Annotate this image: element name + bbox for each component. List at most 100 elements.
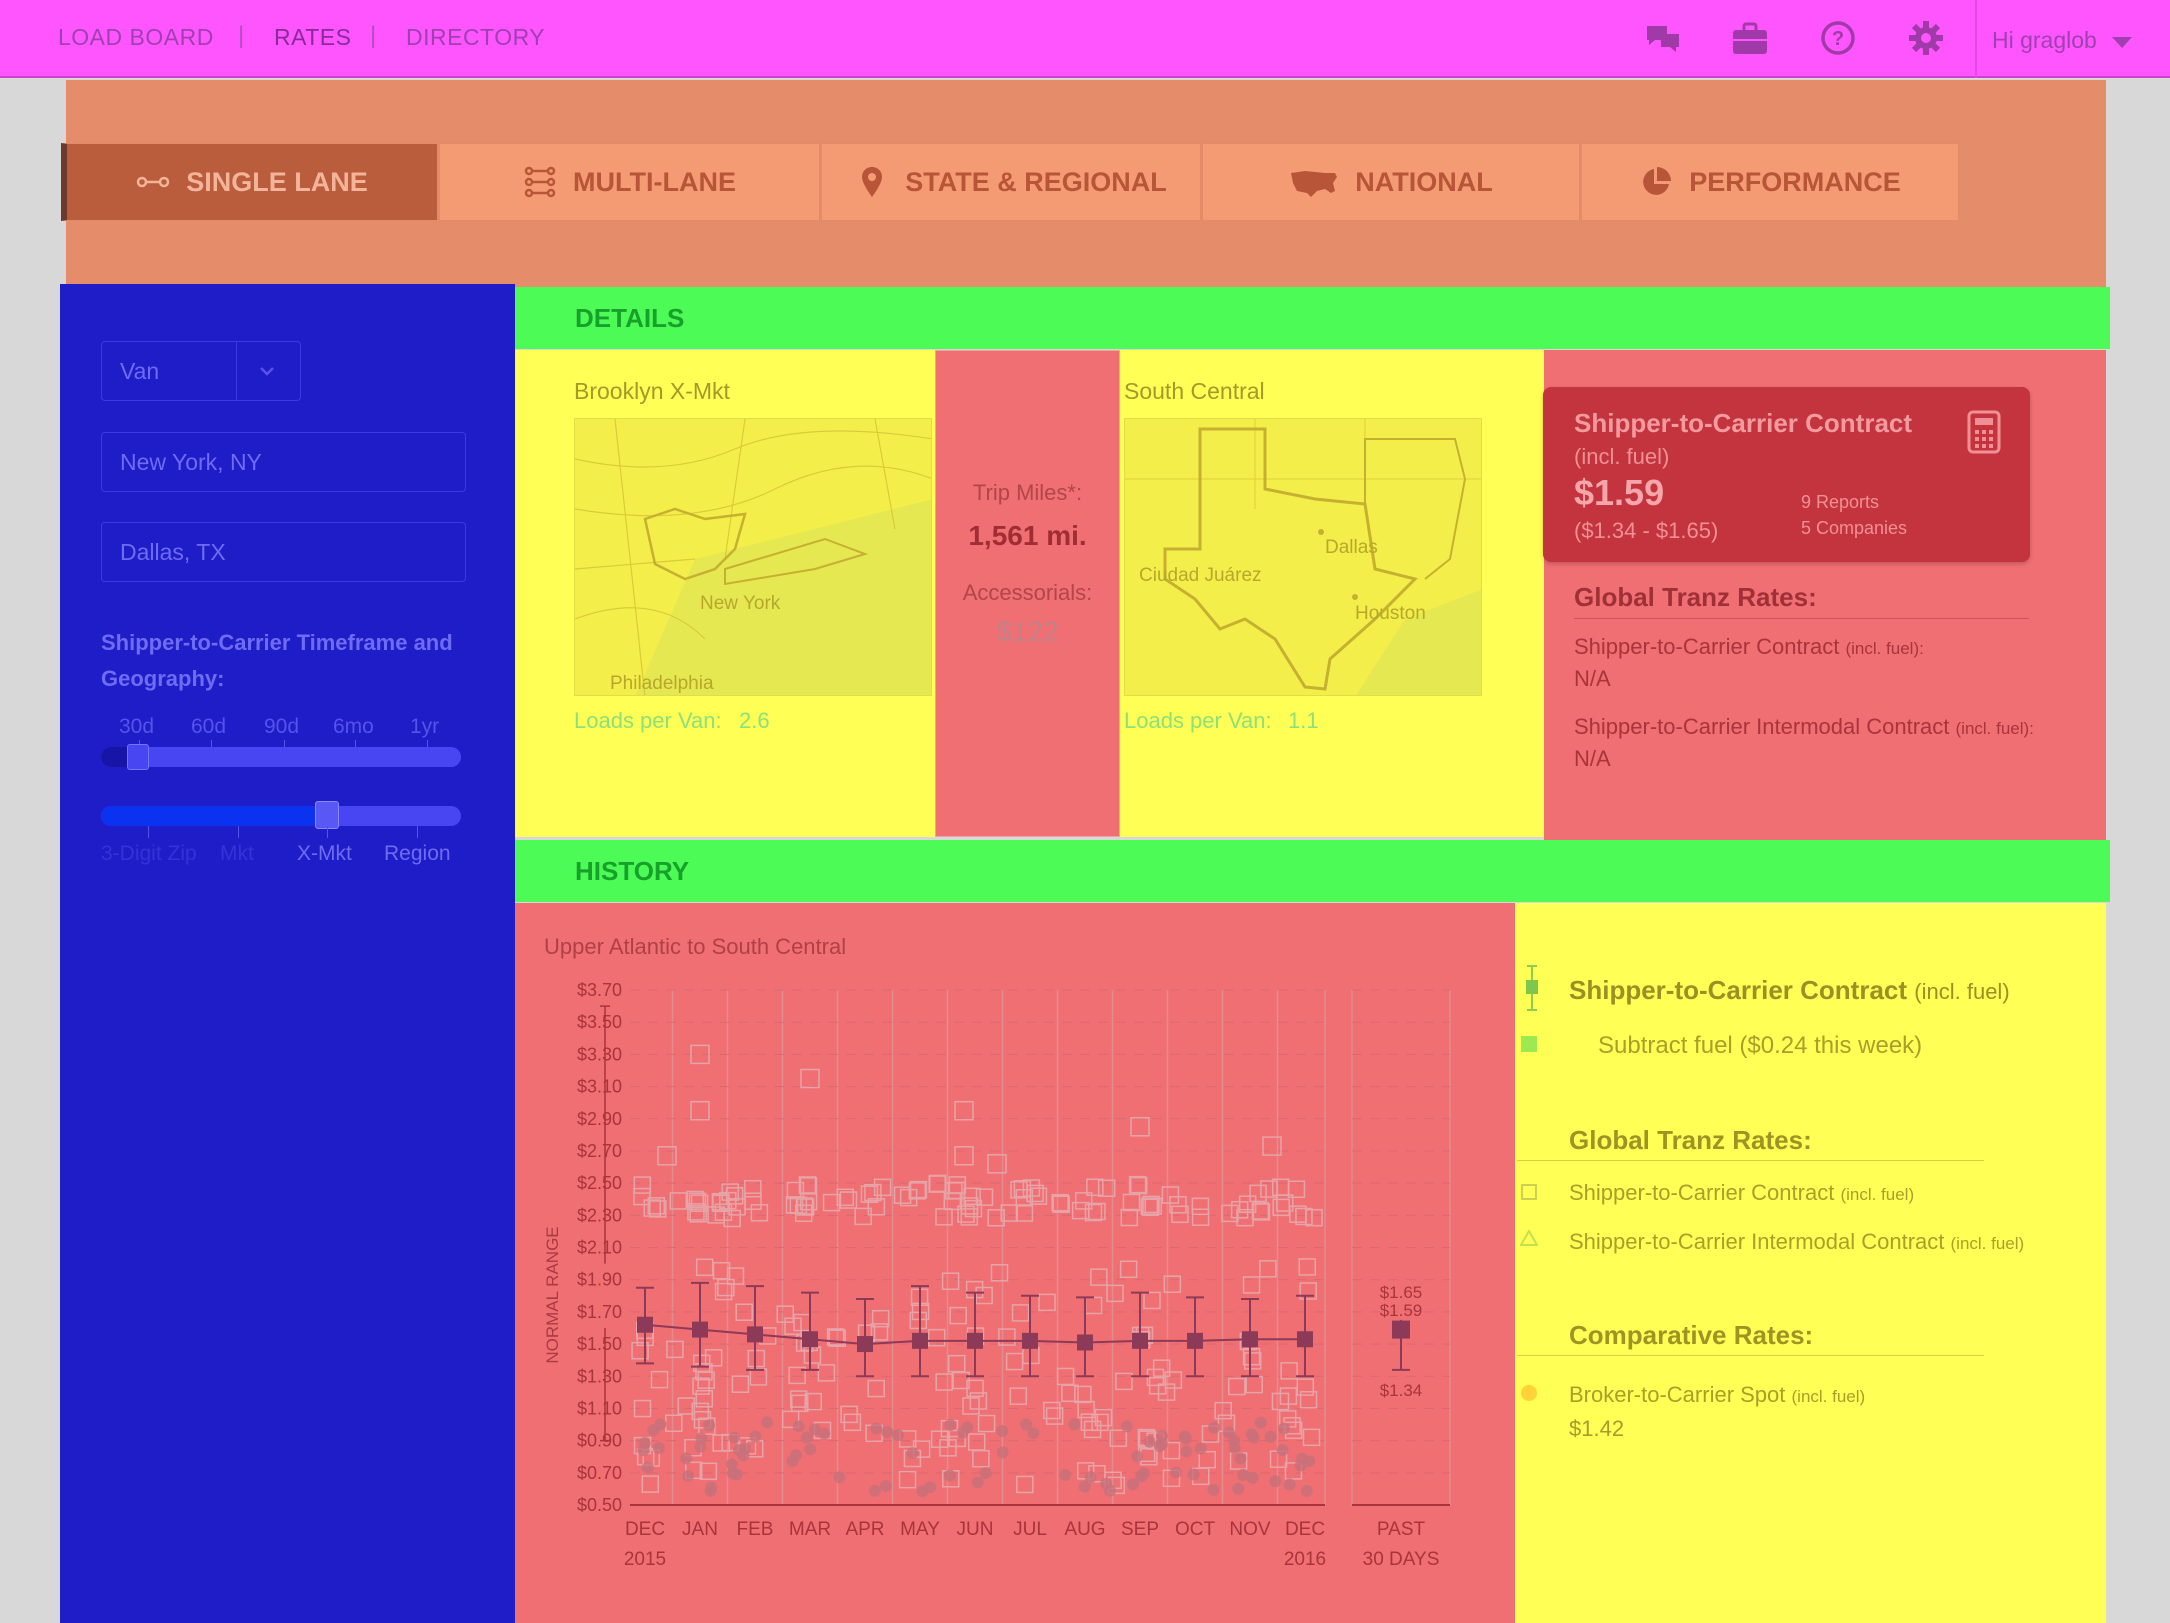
global-rate-point — [990, 1263, 1009, 1282]
tab-state-regional[interactable]: STATE & REGIONAL — [821, 143, 1201, 221]
tick-30d[interactable]: 30d — [119, 715, 154, 739]
lane-dest[interactable]: South Central — [712, 934, 847, 959]
nav-directory[interactable]: DIRECTORY — [406, 24, 545, 51]
destination-map[interactable]: Dallas Ciudad Juárez Houston — [1124, 418, 1482, 696]
global-rate-point — [1157, 1383, 1176, 1401]
help-icon[interactable]: ? — [1818, 18, 1858, 58]
tab-multi-lane[interactable]: MULTI-LANE — [439, 143, 820, 221]
global-rate-point — [1228, 1377, 1246, 1396]
legend-subtract-fuel[interactable]: Subtract fuel ($0.24 this week) — [1598, 1032, 1922, 1060]
legend-global-intermodal-note: (incl. fuel) — [1950, 1234, 2025, 1253]
accessorials-label: Accessorials: — [962, 580, 1093, 605]
tick-90d[interactable]: 90d — [264, 715, 299, 739]
y-tick-label: $2.70 — [577, 1141, 622, 1161]
nav-load-board[interactable]: LOAD BOARD — [58, 24, 214, 51]
spot-rate-point — [1234, 1452, 1247, 1465]
tab-single-lane[interactable]: SINGLE LANE — [61, 143, 438, 221]
history-header: HISTORY — [515, 840, 2110, 902]
legend-contract: Shipper-to-Carrier Contract (incl. fuel) — [1569, 975, 2010, 1006]
subtract-fuel-checkbox[interactable] — [1521, 1036, 1537, 1052]
global-rate-point — [935, 1208, 953, 1226]
user-menu[interactable]: Hi graglob — [1992, 27, 2097, 54]
destination-value: Dallas, TX — [120, 538, 226, 565]
equipment-select[interactable]: Van — [101, 341, 301, 401]
spot-rate-point — [892, 1429, 905, 1442]
legend-global-intermodal[interactable]: Shipper-to-Carrier Intermodal Contract (… — [1569, 1229, 2024, 1255]
square-marker-icon — [1521, 1184, 1537, 1200]
x-tick-label: AUG — [1064, 1519, 1105, 1540]
tick-6mo[interactable]: 6mo — [333, 715, 374, 739]
origin-loads-value: 2.6 — [739, 708, 770, 733]
x-tick-label: MAY — [900, 1519, 940, 1540]
contract-subtitle: (incl. fuel) — [1574, 444, 1670, 469]
chevron-down-icon — [260, 367, 274, 376]
trip-miles-label: Trip Miles*: — [972, 480, 1083, 505]
timeframe-slider[interactable] — [101, 747, 461, 767]
spot-rate-point — [1228, 1434, 1241, 1447]
legend-global-contract[interactable]: Shipper-to-Carrier Contract (incl. fuel) — [1569, 1180, 1914, 1206]
origin-input[interactable]: New York, NY — [101, 432, 466, 492]
tick-60d[interactable]: 60d — [191, 715, 226, 739]
x-tick-year: 2015 — [624, 1549, 666, 1570]
y-tick-label: $2.30 — [577, 1205, 622, 1225]
global-intermodal-text: Shipper-to-Carrier Intermodal Contract — [1574, 714, 1950, 739]
tick-1yr[interactable]: 1yr — [410, 715, 439, 739]
calculator-icon[interactable] — [1967, 410, 2001, 454]
spot-rate-point — [1269, 1475, 1282, 1488]
timeframe-slider-handle[interactable] — [127, 744, 149, 770]
spot-rate-point — [979, 1467, 992, 1480]
global-rate-point — [1262, 1136, 1282, 1156]
global-rate-point — [1005, 1352, 1024, 1371]
briefcase-icon[interactable] — [1730, 18, 1770, 58]
tab-national[interactable]: NATIONAL — [1202, 143, 1580, 221]
chevron-down-icon[interactable] — [2112, 37, 2132, 48]
geography-slider-handle[interactable] — [315, 801, 339, 829]
y-tick-label: $2.10 — [577, 1238, 622, 1258]
global-rate-point — [1009, 1387, 1028, 1405]
multilane-icon — [524, 166, 556, 198]
tick-region[interactable]: Region — [384, 842, 451, 866]
accessorials-value[interactable]: $122 — [935, 616, 1120, 648]
global-intermodal-value: N/A — [1574, 746, 1611, 771]
tab-label: STATE & REGIONAL — [905, 166, 1167, 197]
tab-label: MULTI-LANE — [573, 166, 736, 197]
global-rate-point — [690, 1100, 710, 1121]
global-rate-point — [749, 1368, 768, 1386]
spot-rate-point — [1068, 1418, 1081, 1431]
origin-title: Brooklyn X-Mkt — [574, 378, 730, 404]
map-label: Dallas — [1325, 537, 1378, 558]
spot-rate-point — [971, 1476, 984, 1489]
spot-rate-point — [1104, 1484, 1117, 1497]
x-tick-label: FEB — [737, 1519, 774, 1540]
global-rate-point — [744, 1192, 762, 1210]
past30-value-label: $1.59 — [1380, 1301, 1423, 1320]
spot-rate-point — [638, 1436, 651, 1449]
y-tick-label: $1.50 — [577, 1334, 622, 1354]
global-rate-point — [1130, 1117, 1150, 1137]
tick-mkt[interactable]: Mkt — [220, 842, 254, 866]
chat-icon[interactable] — [1643, 18, 1683, 58]
x-tick-label: DEC — [1285, 1519, 1325, 1540]
tab-performance[interactable]: PERFORMANCE — [1581, 143, 1959, 221]
tick-x-mkt[interactable]: X-Mkt — [297, 842, 352, 866]
origin-map[interactable]: New York Philadelphia — [574, 418, 932, 696]
nav-rates[interactable]: RATES — [274, 24, 351, 51]
map-label: Philadelphia — [610, 673, 714, 694]
contract-range: ($1.34 - $1.65) — [1574, 518, 1719, 543]
spot-rate-point — [1276, 1444, 1289, 1457]
spot-rate-point — [725, 1458, 738, 1471]
divider — [1517, 1355, 1984, 1356]
contract-point — [857, 1336, 873, 1353]
global-rate-point — [1251, 1202, 1270, 1220]
usa-map-icon — [1291, 171, 1338, 197]
contract-point — [637, 1316, 653, 1333]
global-rate-point — [975, 1286, 993, 1305]
destination-input[interactable]: Dallas, TX — [101, 522, 466, 582]
lane-from[interactable]: Upper Atlantic — [544, 934, 681, 959]
legend-global-intermodal-text: Shipper-to-Carrier Intermodal Contract — [1569, 1229, 1945, 1254]
tick-3digit-zip[interactable]: 3-Digit Zip — [101, 842, 197, 866]
svg-text:?: ? — [1832, 28, 1844, 50]
gear-icon[interactable] — [1906, 18, 1946, 58]
global-rate-point — [1015, 1204, 1034, 1222]
legend-broker[interactable]: Broker-to-Carrier Spot (incl. fuel) — [1569, 1382, 1865, 1408]
